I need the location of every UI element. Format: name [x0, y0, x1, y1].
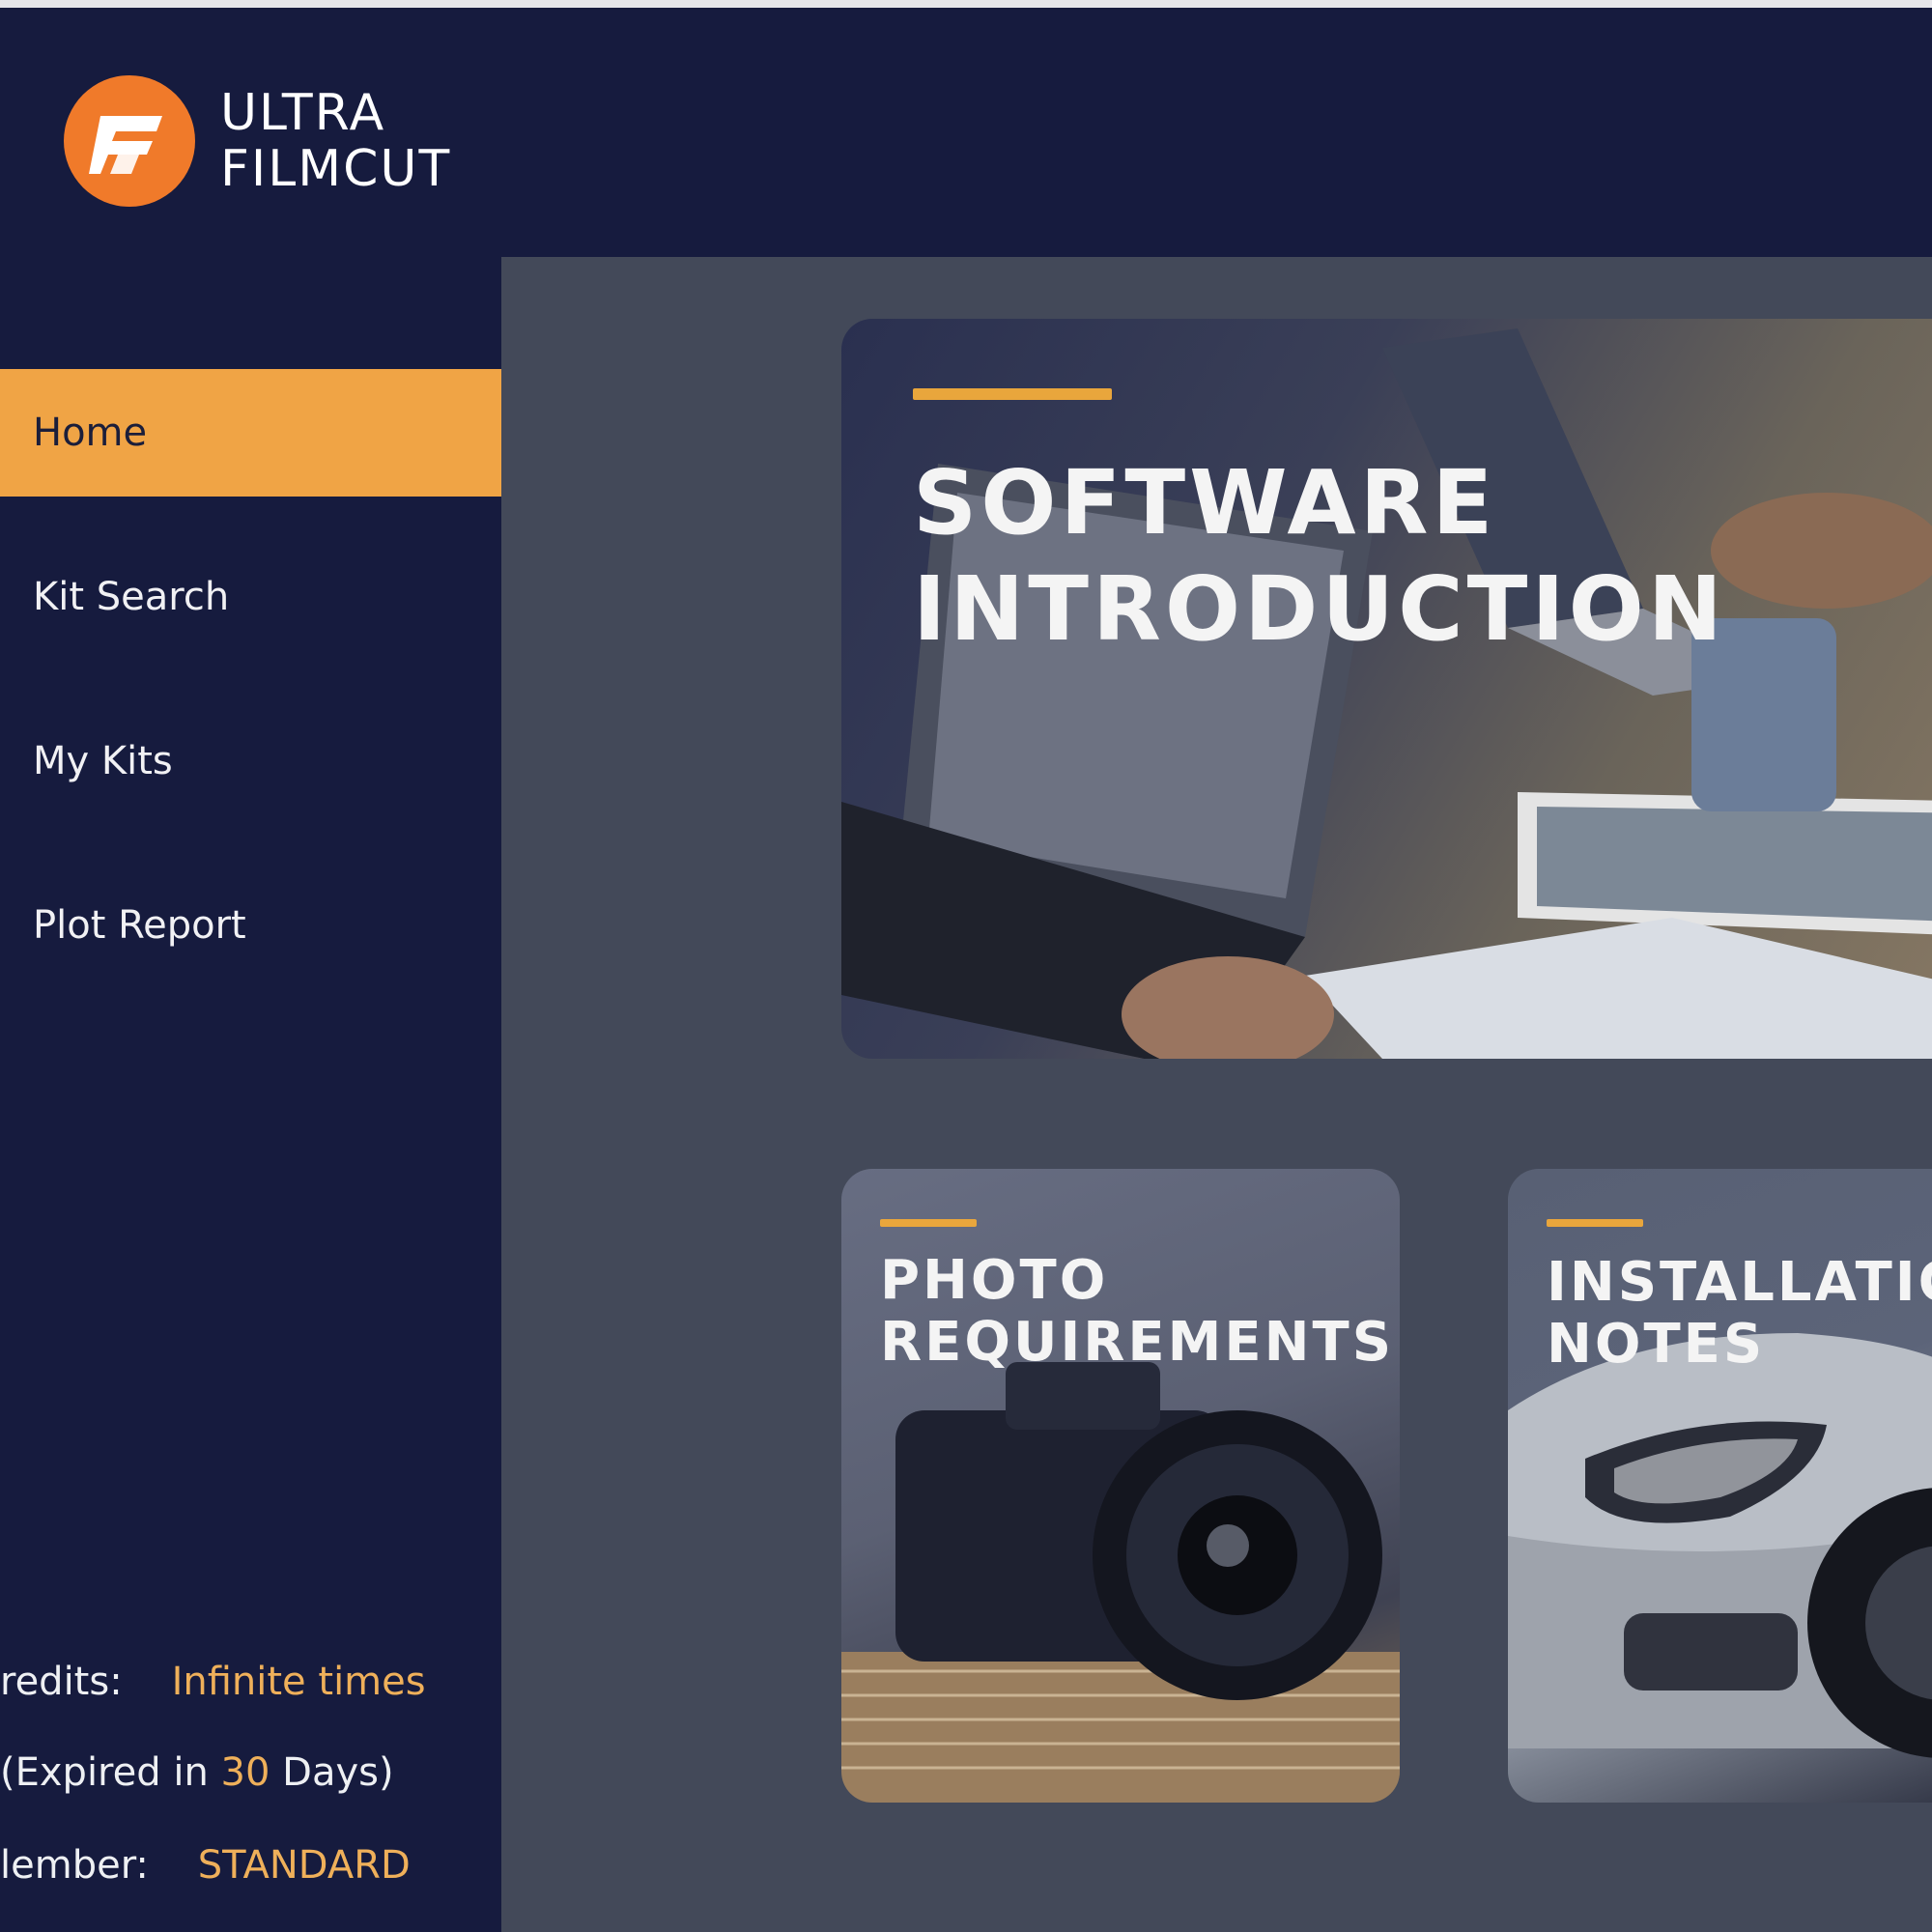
brand-name: ULTRA FILMCUT [220, 85, 451, 197]
card-title: SOFTWARE INTRODUCTION [913, 450, 1726, 663]
app-window: ULTRA FILMCUT Home Kit Search My Kits Pl… [0, 8, 1932, 1932]
member-label: lember: [0, 1843, 149, 1888]
sidebar-item-label: Plot Report [33, 903, 246, 948]
photo-requirements-card[interactable]: PHOTO REQUIREMENTS [841, 1169, 1400, 1803]
card-title: PHOTO REQUIREMENTS [880, 1250, 1394, 1374]
sidebar-item-my-kits[interactable]: My Kits [0, 697, 501, 825]
accent-bar [913, 388, 1112, 400]
credits-value: Infinite times [171, 1660, 426, 1704]
card-title: INSTALLATION NOTES [1547, 1252, 1932, 1376]
sidebar-item-label: My Kits [33, 739, 173, 783]
main-panel: SOFTWARE INTRODUCTION PHOTO REQUIREMENTS… [501, 257, 1932, 1932]
brand-line-1: ULTRA [220, 84, 386, 142]
sidebar-item-kit-search[interactable]: Kit Search [0, 533, 501, 661]
sidebar-nav: Home Kit Search My Kits Plot Report [0, 369, 501, 989]
ultra-filmcut-logo-icon [64, 75, 195, 207]
window-top-edge [0, 0, 1932, 8]
card-title-line-1: INSTALLATION [1547, 1251, 1932, 1314]
sidebar-item-label: Kit Search [33, 575, 230, 619]
member-row: lember: STANDARD [0, 1843, 411, 1888]
card-title-line-2: NOTES [1547, 1313, 1766, 1376]
expiry-row: (Expired in 30 Days) [0, 1750, 394, 1795]
member-value: STANDARD [197, 1843, 411, 1888]
card-title-line-2: INTRODUCTION [913, 557, 1726, 661]
expiry-prefix: (Expired in [0, 1750, 221, 1795]
laptop-icon [841, 328, 1932, 1059]
expiry-days: 30 [220, 1750, 270, 1795]
card-title-line-1: SOFTWARE [913, 451, 1497, 554]
accent-bar [880, 1219, 977, 1227]
expiry-suffix: Days) [270, 1750, 394, 1795]
accent-bar [1547, 1219, 1643, 1227]
software-introduction-card[interactable]: SOFTWARE INTRODUCTION [841, 319, 1932, 1059]
credits-label: redits: [0, 1660, 123, 1704]
card-title-line-2: REQUIREMENTS [880, 1311, 1395, 1374]
credits-row: redits: Infinite times [0, 1660, 426, 1704]
sidebar-item-home[interactable]: Home [0, 369, 501, 497]
brand-line-2: FILMCUT [220, 140, 452, 198]
sidebar-item-plot-report[interactable]: Plot Report [0, 862, 501, 989]
sidebar-item-label: Home [33, 411, 148, 455]
card-title-line-1: PHOTO [880, 1249, 1109, 1312]
installation-notes-card[interactable]: INSTALLATION NOTES [1508, 1169, 1932, 1803]
